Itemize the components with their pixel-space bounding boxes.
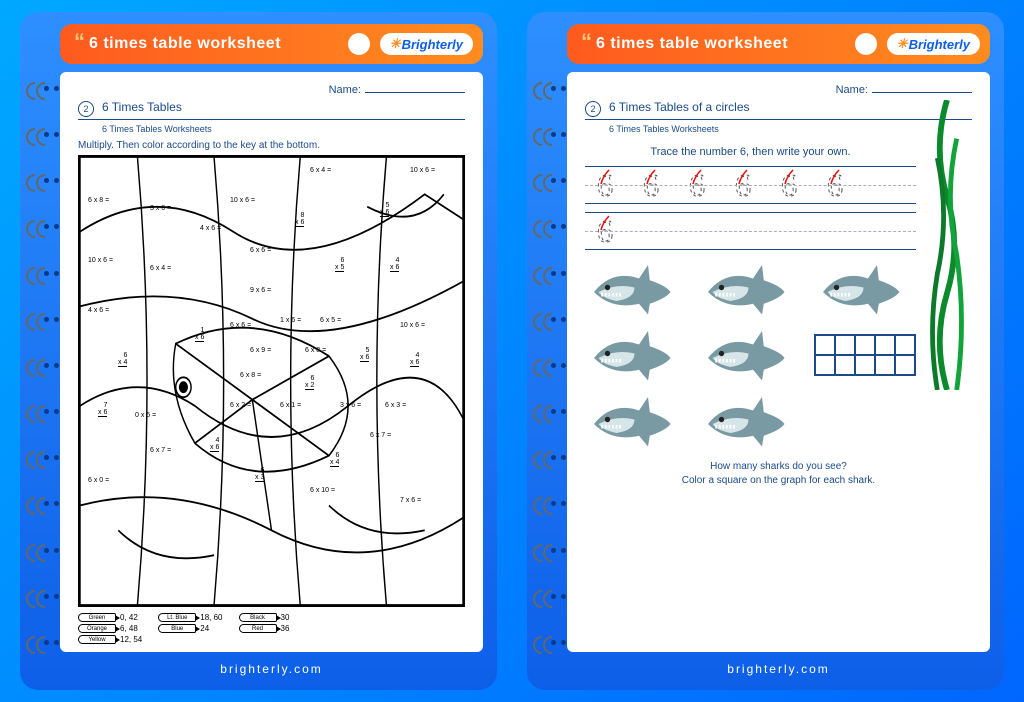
brand-logo: ✳Brighterly — [380, 33, 473, 55]
quote-icon: “ — [581, 36, 592, 47]
instruction-text: Multiply. Then color according to the ke… — [78, 140, 465, 151]
header-title: 6 times table worksheet — [89, 35, 348, 53]
spiral-binding — [533, 82, 563, 650]
crayon-icon: Yellow — [78, 635, 116, 644]
spiral-binding — [26, 82, 56, 650]
worksheet-page-1: Name: 2 6 Times Tables 6 Times Tables Wo… — [60, 72, 483, 652]
header-bar: “ 6 times table worksheet ✳Brighterly — [567, 24, 990, 64]
crayon-icon: Orange — [78, 624, 116, 633]
quote-icon: “ — [74, 36, 85, 47]
shark-icon — [585, 326, 687, 384]
color-key: Green0, 42 Orange6, 48 Yellow12, 54 Lt. … — [78, 613, 465, 644]
coloring-puzzle[interactable]: 6 x 8 = 3 x 6 = 6 x 4 = 10 x 6 = 10 x 6 … — [78, 155, 465, 607]
crayon-icon: Black — [239, 613, 277, 622]
page-badge: 2 — [78, 101, 94, 117]
worksheet-subtitle: 6 Times Tables Worksheets — [102, 124, 465, 134]
worksheet-heading: 2 6 Times Tables of a circles — [585, 100, 972, 120]
shark-icon — [699, 392, 801, 450]
brand-logo: ✳Brighterly — [887, 33, 980, 55]
shark-icon — [699, 260, 801, 318]
header-dot — [855, 33, 877, 55]
worksheet-cover-right: “ 6 times table worksheet ✳Brighterly Na… — [527, 12, 1004, 690]
shark-icon — [585, 260, 687, 318]
crayon-icon: Green — [78, 613, 116, 622]
header-dot — [348, 33, 370, 55]
shark-icon — [699, 326, 801, 384]
crayon-icon: Lt. Blue — [158, 613, 196, 622]
header-title: 6 times table worksheet — [596, 35, 855, 53]
name-field[interactable]: Name: — [585, 84, 972, 96]
worksheet-cover-left: “ 6 times table worksheet ✳Brighterly Na… — [20, 12, 497, 690]
shark-icon — [585, 392, 687, 450]
worksheet-subtitle: 6 Times Tables Worksheets — [609, 124, 972, 134]
tracing-section[interactable]: Trace the number 6, then write your own.… — [585, 146, 916, 250]
shark-icon — [814, 260, 916, 318]
worksheet-page-2: Name: 2 6 Times Tables of a circles 6 Ti… — [567, 72, 990, 652]
sharks-grid — [585, 260, 916, 450]
crayon-icon: Blue — [158, 624, 196, 633]
crayon-icon: Red — [239, 624, 277, 633]
ten-frame-grid[interactable] — [814, 334, 916, 376]
footer-url: brighterly.com — [567, 652, 990, 678]
footer-url: brighterly.com — [60, 652, 483, 678]
seaweed-icon — [922, 100, 972, 390]
question-text: How many sharks do you see? Color a squa… — [585, 460, 972, 488]
worksheet-heading: 2 6 Times Tables — [78, 100, 465, 120]
page-badge: 2 — [585, 101, 601, 117]
header-bar: “ 6 times table worksheet ✳Brighterly — [60, 24, 483, 64]
name-field[interactable]: Name: — [78, 84, 465, 96]
